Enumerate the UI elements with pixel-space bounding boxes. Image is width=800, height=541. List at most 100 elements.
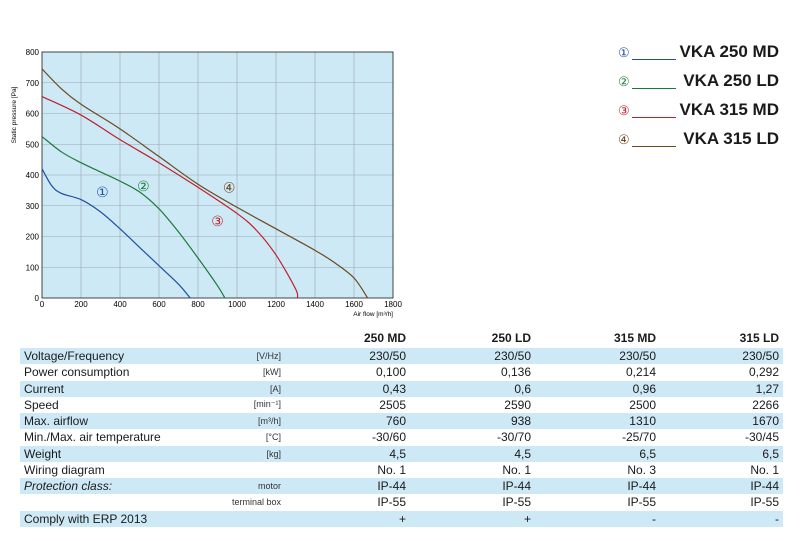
table-cell: 1,27 <box>660 380 783 397</box>
x-tick-label: 600 <box>152 300 166 309</box>
table-cell: -30/45 <box>660 429 783 446</box>
table-cell: 1310 <box>535 413 660 430</box>
x-tick-label: 0 <box>40 300 45 309</box>
table-row: Voltage/Frequency [V/Hz] 230/50 230/50 230/5… <box>20 348 783 365</box>
y-tick-label: 800 <box>26 48 40 57</box>
table-cell: IP-44 <box>410 478 535 495</box>
table-cell: 4,5 <box>285 445 410 462</box>
table-cell: 1670 <box>660 413 783 430</box>
x-tick-label: 800 <box>191 300 205 309</box>
row-label: Speed <box>20 396 200 413</box>
y-tick-label: 600 <box>26 110 40 119</box>
table-row: Wiring diagram No. 1 No. 1 No. 3 No. 1 <box>20 461 783 478</box>
legend-item: ③ VKA 315 MD <box>612 98 797 127</box>
table-row: Protection class: motor IP-44 IP-44 IP-44 IP-… <box>20 478 783 495</box>
series-marker-label: ① <box>96 185 109 201</box>
y-tick-label: 200 <box>26 233 40 242</box>
table-cell: IP-55 <box>535 494 660 511</box>
table-row: terminal box IP-55 IP-55 IP-55 IP-55 <box>20 494 783 511</box>
chart-legend: ① VKA 250 MD ② VKA 250 LD ③ VKA 315 MD ④… <box>612 40 797 156</box>
table-row: Current [A] 0,43 0,6 0,96 1,27 <box>20 380 783 397</box>
row-unit: motor <box>200 478 285 495</box>
legend-item: ② VKA 250 LD <box>612 69 797 98</box>
x-tick-label: 1000 <box>228 300 246 309</box>
legend-label: VKA 250 MD <box>679 42 779 61</box>
x-tick-label: 1600 <box>345 300 363 309</box>
table-row: Max. airflow [m³/h] 760 938 1310 1670 <box>20 413 783 430</box>
row-label: Protection class: <box>20 478 200 495</box>
table-cell: 6,5 <box>535 445 660 462</box>
legend-item: ① VKA 250 MD <box>612 40 797 69</box>
row-label: Max. airflow <box>20 413 200 430</box>
x-tick-label: 400 <box>113 300 127 309</box>
table-row: Min./Max. air temperature [°C] -30/60 -30/7… <box>20 429 783 446</box>
legend-label: VKA 315 LD <box>683 129 779 148</box>
y-tick-label: 300 <box>26 202 40 211</box>
legend-swatch <box>632 59 676 60</box>
series-marker-label: ② <box>137 179 150 195</box>
legend-swatch <box>632 117 676 118</box>
table-cell: No. 1 <box>285 461 410 478</box>
table-cell: No. 3 <box>535 461 660 478</box>
table-cell: 230/50 <box>660 348 783 365</box>
column-header: 315 LD <box>739 331 779 345</box>
table-cell: - <box>660 510 783 527</box>
table-cell: 0,136 <box>410 364 535 381</box>
x-tick-label: 1400 <box>306 300 324 309</box>
table-cell: No. 1 <box>410 461 535 478</box>
table-cell: No. 1 <box>660 461 783 478</box>
y-axis-label: Static pressure [Pa] <box>11 86 18 143</box>
table-cell: -30/60 <box>285 429 410 446</box>
table-cell: 0,96 <box>535 380 660 397</box>
row-unit: [kW] <box>200 364 285 381</box>
legend-swatch <box>632 146 676 147</box>
table-header-row: 250 MD 250 LD 315 MD 315 LD <box>20 330 783 348</box>
table-cell: + <box>285 510 410 527</box>
table-row: Power consumption [kW] 0,100 0,136 0,214 0,29… <box>20 364 783 381</box>
x-axis-label: Air flow [m³/h] <box>353 311 393 318</box>
column-header: 315 MD <box>613 331 656 345</box>
x-tick-label: 1200 <box>267 300 285 309</box>
table-cell: - <box>535 510 660 527</box>
row-label: Min./Max. air temperature <box>20 429 200 446</box>
table-cell: 230/50 <box>410 348 535 365</box>
table-cell: IP-44 <box>285 478 410 495</box>
legend-marker: ① <box>618 45 630 60</box>
table-cell: IP-44 <box>535 478 660 495</box>
table-cell: 938 <box>410 413 535 430</box>
legend-marker: ④ <box>618 132 630 147</box>
table-cell: 760 <box>285 413 410 430</box>
y-tick-label: 700 <box>26 79 40 88</box>
table-cell: -30/70 <box>410 429 535 446</box>
legend-item: ④ VKA 315 LD <box>612 127 797 156</box>
table-cell: IP-55 <box>410 494 535 511</box>
row-unit: [m³/h] <box>200 413 285 430</box>
table-row: Speed [min⁻¹] 2505 2590 2500 2266 <box>20 396 783 413</box>
table-cell: 2266 <box>660 396 783 413</box>
table-cell: -25/70 <box>535 429 660 446</box>
legend-marker: ③ <box>618 103 630 118</box>
table-cell: 230/50 <box>285 348 410 365</box>
row-label: Comply with ERP 2013 <box>20 510 200 527</box>
row-unit: [V/Hz] <box>200 348 285 365</box>
row-label: Current <box>20 380 200 397</box>
row-unit <box>200 510 285 527</box>
table-cell: IP-55 <box>660 494 783 511</box>
row-label: Voltage/Frequency <box>20 348 200 365</box>
legend-marker: ② <box>618 74 630 89</box>
x-tick-label: 200 <box>74 300 88 309</box>
row-label: Weight <box>20 445 200 462</box>
table-cell: 2505 <box>285 396 410 413</box>
table-body: Voltage/Frequency [V/Hz] 230/50 230/50 230/5… <box>20 348 783 527</box>
table-cell: 0,214 <box>535 364 660 381</box>
column-header: 250 MD <box>363 331 406 345</box>
row-label: Wiring diagram <box>20 461 200 478</box>
series-marker-label: ③ <box>211 214 224 230</box>
row-unit <box>200 461 285 478</box>
y-tick-label: 400 <box>26 171 40 180</box>
x-tick-label: 1800 <box>384 300 402 309</box>
row-unit: [min⁻¹] <box>200 396 285 413</box>
row-unit: [°C] <box>200 429 285 446</box>
y-tick-label: 0 <box>35 294 40 303</box>
table-cell: IP-44 <box>660 478 783 495</box>
